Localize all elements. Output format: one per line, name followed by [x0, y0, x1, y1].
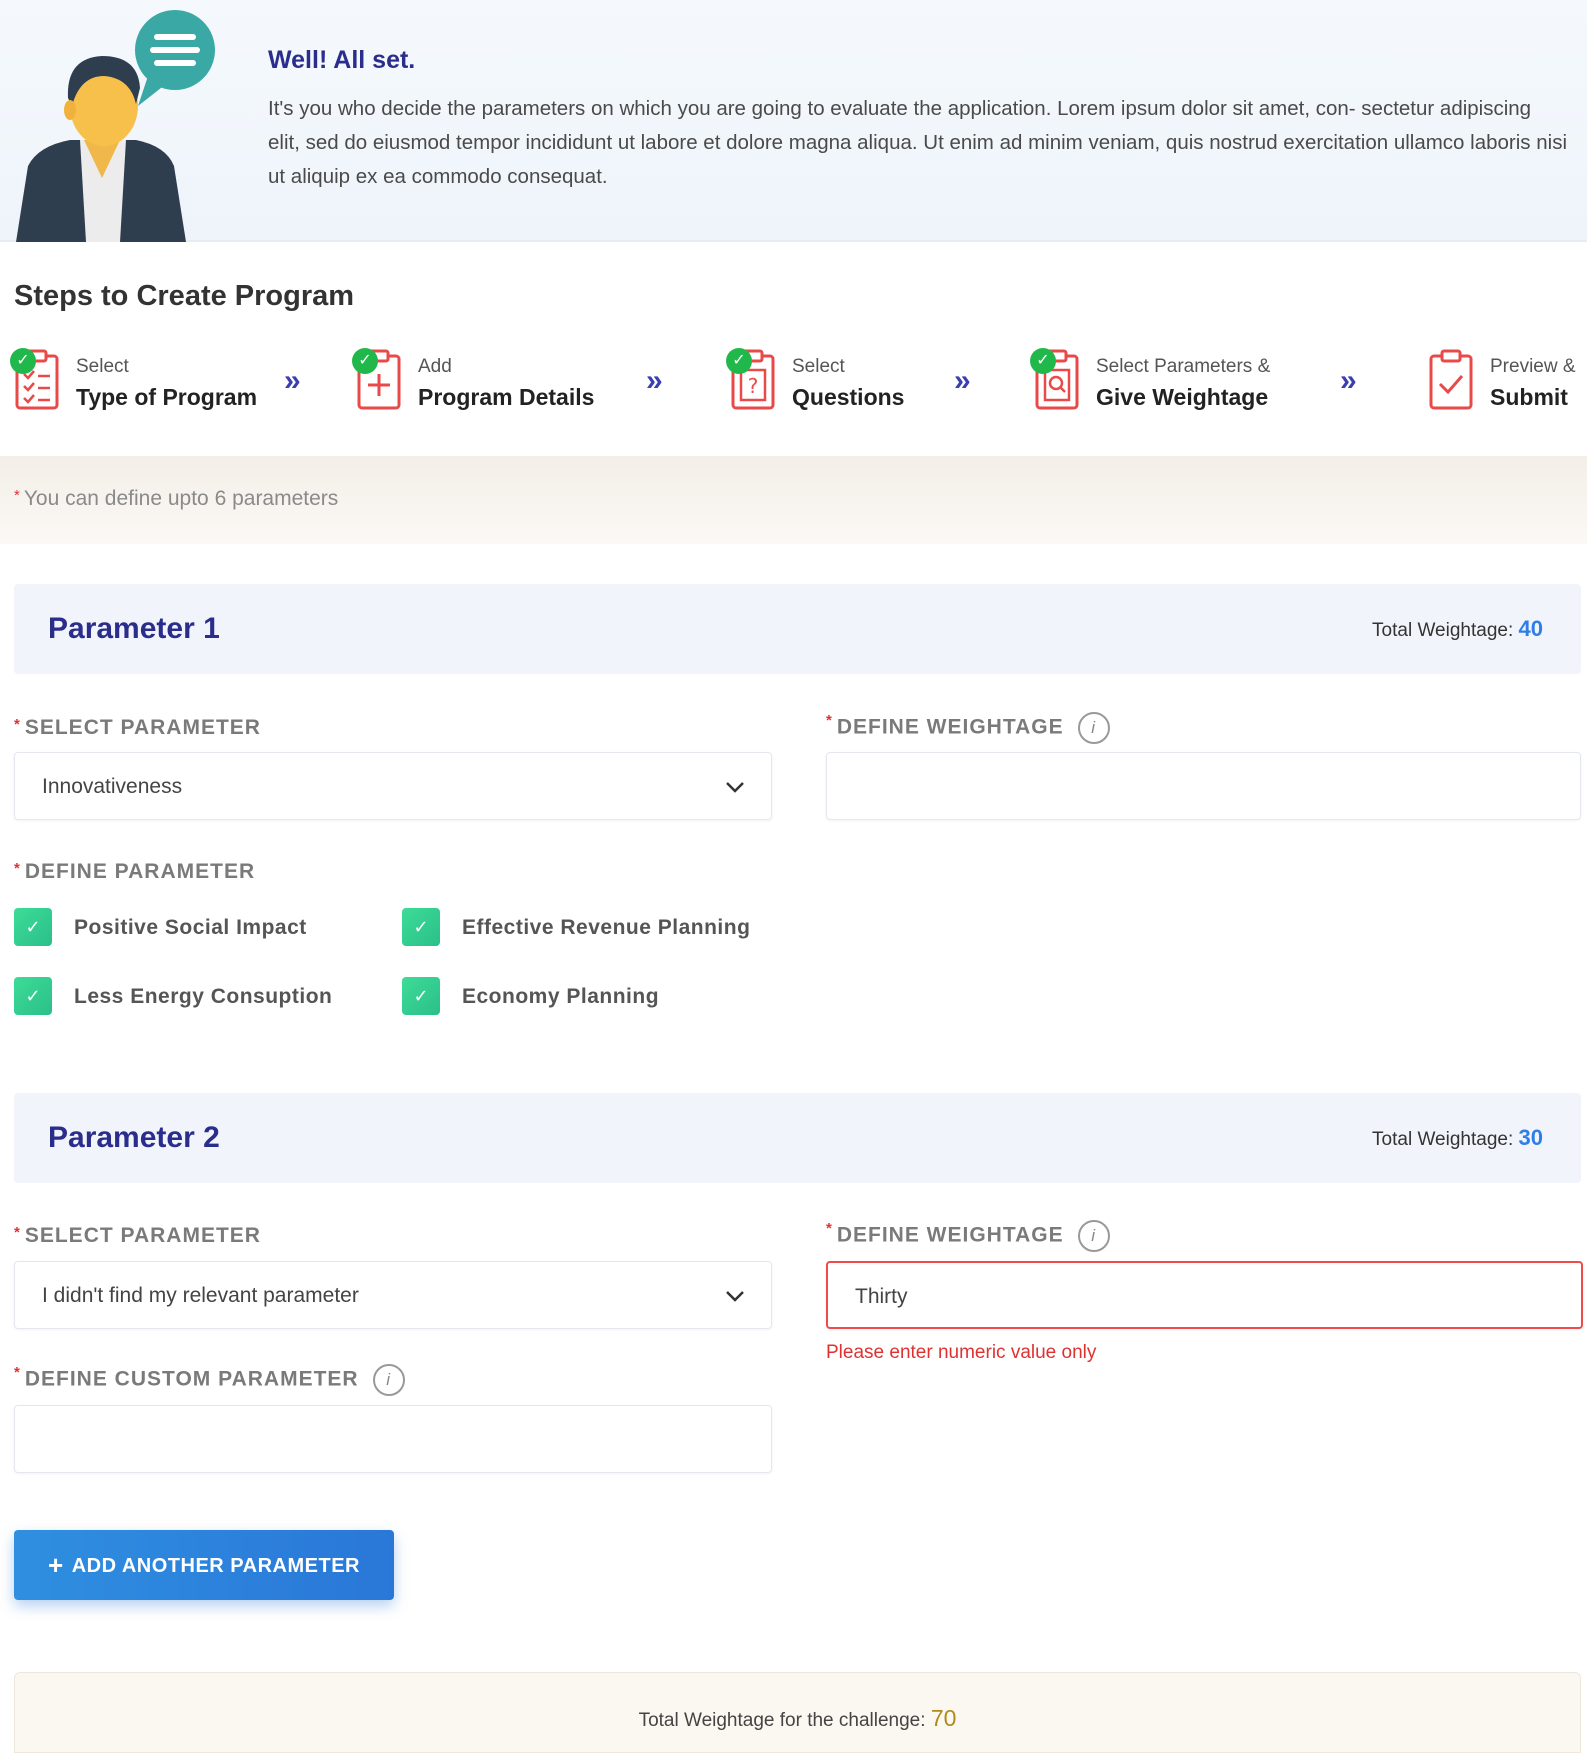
parameter-limit-notice: * You can define upto 6 parameters: [0, 456, 1587, 544]
parameter-title: Parameter 1: [48, 612, 220, 645]
total-weightage-value: 40: [1518, 616, 1543, 641]
checkbox-label: Effective Revenue Planning: [462, 916, 751, 939]
parameter-1-weightage-input[interactable]: [826, 752, 1581, 820]
select-value: Innovativeness: [42, 775, 183, 798]
define-parameter-label: * DEFINE PARAMETER: [14, 860, 255, 884]
parameter-total-weightage: Total Weightage: 40: [1372, 616, 1543, 642]
check-clipboard-icon: [1428, 348, 1476, 412]
select-parameter-label: * SELECT PARAMETER: [14, 1224, 261, 1248]
step-arrow-icon: »: [646, 364, 662, 397]
parameter-1-select[interactable]: Innovativeness: [14, 752, 772, 820]
steps-title: Steps to Create Program: [14, 280, 355, 312]
step-label-line2: Give Weightage: [1096, 384, 1269, 410]
checkbox-label: Positive Social Impact: [74, 916, 307, 939]
svg-text:?: ?: [748, 374, 759, 398]
checkbox-checked-icon[interactable]: ✓: [14, 908, 52, 946]
button-label: ADD ANOTHER PARAMETER: [71, 1554, 360, 1577]
required-asterisk: *: [14, 487, 20, 504]
required-asterisk: *: [826, 1220, 833, 1237]
required-asterisk: *: [14, 1364, 21, 1381]
step-arrow-icon: »: [954, 364, 970, 397]
label-text: DEFINE CUSTOM PARAMETER: [24, 1367, 359, 1391]
checkbox-checked-icon[interactable]: ✓: [402, 908, 440, 946]
label-text: DEFINE WEIGHTAGE: [836, 715, 1064, 739]
weightage-error-message: Please enter numeric value only: [826, 1342, 1097, 1363]
select-value: I didn't find my relevant parameter: [42, 1284, 359, 1307]
custom-parameter-input[interactable]: [14, 1405, 772, 1473]
checkbox-label: Less Energy Consuption: [74, 985, 333, 1008]
completed-check-icon: ✓: [726, 348, 752, 374]
challenge-total-footer: Total Weightage for the challenge: 70: [14, 1672, 1581, 1753]
step-label-line2: Program Details: [418, 384, 595, 410]
required-asterisk: *: [14, 716, 21, 733]
step-label-line2: Submit: [1490, 384, 1568, 410]
total-weightage-value: 30: [1518, 1125, 1543, 1150]
step-label-line2: Type of Program: [76, 384, 258, 410]
info-icon[interactable]: i: [372, 1364, 405, 1396]
avatar-illustration: [16, 10, 215, 242]
step-arrow-icon: »: [1340, 364, 1356, 397]
step-label-line1: Preview &: [1490, 356, 1576, 377]
input-value: Thirty: [855, 1285, 908, 1308]
total-weightage-label: Total Weightage:: [1372, 1129, 1514, 1150]
completed-check-icon: ✓: [352, 348, 378, 374]
info-icon[interactable]: i: [1077, 712, 1110, 744]
add-another-parameter-button[interactable]: + ADD ANOTHER PARAMETER: [14, 1530, 394, 1600]
chevron-down-icon: [726, 782, 744, 793]
challenge-total-label: Total Weightage for the challenge:: [638, 1710, 926, 1731]
label-text: DEFINE PARAMETER: [24, 860, 256, 883]
parameter-title: Parameter 2: [48, 1121, 220, 1154]
parameter-total-weightage: Total Weightage: 30: [1372, 1125, 1543, 1151]
step-label-line1: Add: [418, 356, 452, 377]
label-text: SELECT PARAMETER: [24, 716, 261, 739]
completed-check-icon: ✓: [10, 348, 36, 374]
completed-check-icon: ✓: [1030, 348, 1056, 374]
define-weightage-label: * DEFINE WEIGHTAGE i: [826, 712, 1110, 744]
plus-icon: +: [48, 1549, 64, 1580]
intro-description: It's you who decide the parameters on wh…: [268, 97, 1567, 188]
parameter-2-select[interactable]: I didn't find my relevant parameter: [14, 1261, 772, 1329]
notice-text: You can define upto 6 parameters: [23, 487, 339, 510]
select-parameter-label: * SELECT PARAMETER: [14, 716, 261, 740]
intro-banner: Well! All set. It's you who decide the p…: [0, 0, 1587, 242]
checkbox-checked-icon[interactable]: ✓: [14, 977, 52, 1015]
checkbox-label: Economy Planning: [462, 985, 660, 1008]
step-label-line1: Select: [792, 356, 845, 377]
chevron-down-icon: [726, 1291, 744, 1302]
step-arrow-icon: »: [284, 364, 300, 397]
step-label-line1: Select: [76, 356, 129, 377]
intro-title: Well! All set.: [268, 46, 416, 74]
label-text: DEFINE WEIGHTAGE: [836, 1223, 1064, 1247]
required-asterisk: *: [826, 712, 833, 729]
info-icon[interactable]: i: [1077, 1220, 1110, 1252]
parameter-2-weightage-input[interactable]: Thirty: [826, 1261, 1583, 1329]
required-asterisk: *: [14, 860, 21, 877]
required-asterisk: *: [14, 1224, 21, 1241]
parameter-1-header: Parameter 1 Total Weightage: 40: [14, 584, 1581, 674]
step-label-line2: Questions: [792, 384, 905, 410]
challenge-total-value: 70: [930, 1705, 957, 1731]
total-weightage-label: Total Weightage:: [1372, 620, 1514, 641]
label-text: SELECT PARAMETER: [24, 1224, 261, 1247]
parameter-2-header: Parameter 2 Total Weightage: 30: [14, 1093, 1581, 1183]
define-custom-parameter-label: * DEFINE CUSTOM PARAMETER i: [14, 1364, 405, 1396]
step-label-line1: Select Parameters &: [1096, 356, 1271, 377]
define-weightage-label: * DEFINE WEIGHTAGE i: [826, 1220, 1110, 1252]
checkbox-checked-icon[interactable]: ✓: [402, 977, 440, 1015]
